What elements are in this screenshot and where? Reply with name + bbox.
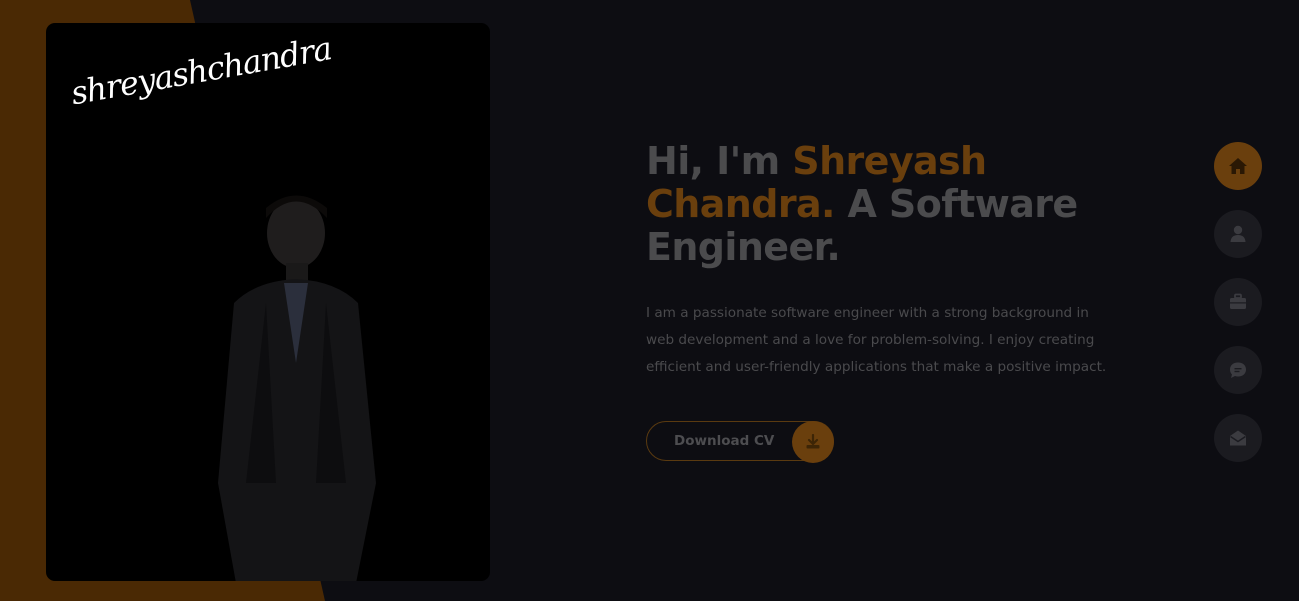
user-icon: [1230, 225, 1246, 242]
signature-text: shreyashchandra: [68, 29, 335, 113]
briefcase-icon: [1230, 293, 1246, 309]
hero-section: Hi, I'm Shreyash Chandra. A Software Eng…: [646, 140, 1126, 463]
download-cv-label: Download CV: [674, 433, 775, 449]
headline-greeting: Hi, I'm: [646, 139, 793, 183]
profile-photo: [218, 195, 376, 581]
page-title: Hi, I'm Shreyash Chandra. A Software Eng…: [646, 140, 1126, 269]
mail-icon: [1230, 430, 1246, 446]
nav-home-button[interactable]: [1214, 142, 1262, 190]
signature-logo: shreyashchandra: [56, 29, 356, 135]
nav-portfolio-button[interactable]: [1214, 278, 1262, 326]
intro-paragraph: I am a passionate software engineer with…: [646, 305, 1107, 375]
nav-contact-button[interactable]: [1214, 414, 1262, 462]
download-cv-button[interactable]: Download CV: [646, 421, 834, 463]
nav-about-button[interactable]: [1214, 210, 1262, 258]
nav-blog-button[interactable]: [1214, 346, 1262, 394]
home-icon: [1229, 158, 1247, 174]
chat-icon: [1230, 362, 1246, 378]
download-icon: [792, 421, 834, 463]
profile-photo-card: shreyashchandra: [46, 23, 490, 581]
